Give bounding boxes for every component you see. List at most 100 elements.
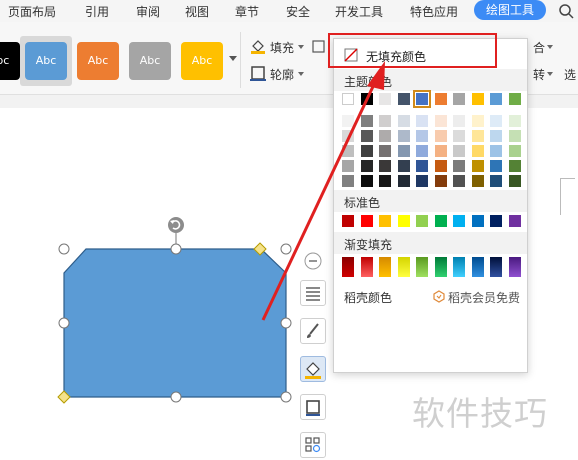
group-button[interactable]: 合 [533,39,545,56]
fill-bucket-icon[interactable] [250,38,266,54]
theme-shade-swatch[interactable] [416,130,428,142]
theme-shade-swatch[interactable] [342,145,354,157]
snipped-rectangle-shape[interactable] [63,248,287,398]
gradient-swatch[interactable] [434,257,447,277]
rotate-handle-icon[interactable] [168,217,184,233]
standard-color-swatch[interactable] [342,215,354,227]
resize-handle-top-right[interactable] [280,243,292,255]
menu-view[interactable]: 视图 [185,3,209,20]
gradient-swatch[interactable] [397,257,410,277]
theme-shade-swatch[interactable] [342,115,354,127]
theme-shade-swatch[interactable] [508,145,521,157]
daoke-colors-row[interactable]: 稻壳颜色 稻壳会员免费 [334,286,527,308]
gradient-swatch[interactable] [360,257,373,277]
theme-shade-swatch[interactable] [508,160,521,172]
gradient-swatch[interactable] [416,257,428,277]
theme-shade-swatch[interactable] [342,175,354,187]
shape-style-blue[interactable]: Abc [25,42,67,80]
resize-handle-left[interactable] [58,317,70,329]
gradient-swatch[interactable] [342,257,354,277]
theme-shade-swatch[interactable] [434,130,447,142]
menu-review[interactable]: 审阅 [136,3,160,20]
gradient-swatch[interactable] [490,257,502,277]
theme-shade-swatch[interactable] [416,145,428,157]
shape-style-button[interactable] [300,318,326,344]
fill-chevron-down-icon[interactable] [298,45,304,49]
menu-section[interactable]: 章节 [235,3,259,20]
shape-effect-icon[interactable] [312,38,326,54]
menu-developer-tools[interactable]: 开发工具 [335,3,383,20]
theme-shade-swatch[interactable] [360,115,373,127]
theme-shade-swatch[interactable] [397,130,410,142]
shape-outline-button[interactable] [300,394,326,420]
fill-button[interactable]: 填充 [270,39,294,56]
theme-color-swatch[interactable] [360,93,373,105]
theme-shade-swatch[interactable] [434,175,447,187]
theme-shade-swatch[interactable] [379,130,391,142]
theme-shade-swatch[interactable] [416,115,428,127]
theme-shade-swatch[interactable] [397,145,410,157]
shape-style-orange[interactable]: Abc [77,42,119,80]
standard-color-swatch[interactable] [397,215,410,227]
search-icon[interactable] [558,3,574,19]
theme-shade-swatch[interactable] [360,175,373,187]
theme-shade-swatch[interactable] [397,160,410,172]
resize-handle-right[interactable] [280,317,292,329]
theme-color-swatch[interactable] [490,93,502,105]
standard-color-swatch[interactable] [379,215,391,227]
outline-icon[interactable] [250,65,266,81]
theme-shade-swatch[interactable] [379,160,391,172]
shape-style-black[interactable]: Abc [0,42,20,80]
standard-color-swatch[interactable] [416,215,428,227]
theme-shade-swatch[interactable] [490,160,502,172]
theme-shade-swatch[interactable] [416,160,428,172]
resize-handle-top-left[interactable] [58,243,70,255]
theme-color-swatch[interactable] [413,90,431,108]
standard-color-swatch[interactable] [453,215,465,227]
standard-color-swatch[interactable] [360,215,373,227]
theme-shade-swatch[interactable] [416,175,428,187]
theme-shade-swatch[interactable] [453,175,465,187]
theme-shade-swatch[interactable] [471,145,484,157]
theme-shade-swatch[interactable] [453,160,465,172]
theme-shade-swatch[interactable] [471,115,484,127]
theme-shade-swatch[interactable] [397,175,410,187]
theme-shade-swatch[interactable] [379,115,391,127]
outline-button[interactable]: 轮廓 [270,66,294,83]
theme-shade-swatch[interactable] [360,130,373,142]
shape-fill-button[interactable] [300,356,326,382]
theme-shade-swatch[interactable] [471,175,484,187]
gradient-swatch[interactable] [471,257,484,277]
theme-shade-swatch[interactable] [453,130,465,142]
theme-shade-swatch[interactable] [453,115,465,127]
theme-shade-swatch[interactable] [508,175,521,187]
theme-color-swatch[interactable] [471,93,484,105]
menu-security[interactable]: 安全 [286,3,310,20]
resize-handle-bottom[interactable] [170,391,182,403]
gradient-swatch[interactable] [508,257,521,277]
theme-shade-swatch[interactable] [342,130,354,142]
rotate-button[interactable]: 转 [533,66,545,83]
theme-shade-swatch[interactable] [453,145,465,157]
gradient-swatch[interactable] [453,257,465,277]
resize-handle-top[interactable] [170,243,182,255]
theme-shade-swatch[interactable] [490,115,502,127]
theme-shade-swatch[interactable] [379,145,391,157]
collapse-minus-icon[interactable] [304,252,322,270]
outline-chevron-down-icon[interactable] [298,72,304,76]
theme-shade-swatch[interactable] [490,175,502,187]
theme-shade-swatch[interactable] [379,175,391,187]
theme-shade-swatch[interactable] [490,145,502,157]
shape-style-gray[interactable]: Abc [129,42,171,80]
theme-color-swatch[interactable] [397,93,410,105]
standard-color-swatch[interactable] [490,215,502,227]
theme-shade-swatch[interactable] [490,130,502,142]
theme-shade-swatch[interactable] [434,145,447,157]
theme-shade-swatch[interactable] [471,130,484,142]
theme-shade-swatch[interactable] [397,115,410,127]
standard-color-swatch[interactable] [434,215,447,227]
more-styles-chevron-icon[interactable] [229,56,237,62]
theme-shade-swatch[interactable] [360,145,373,157]
group-chevron-down-icon[interactable] [547,45,553,49]
menu-special-apps[interactable]: 特色应用 [410,3,458,20]
